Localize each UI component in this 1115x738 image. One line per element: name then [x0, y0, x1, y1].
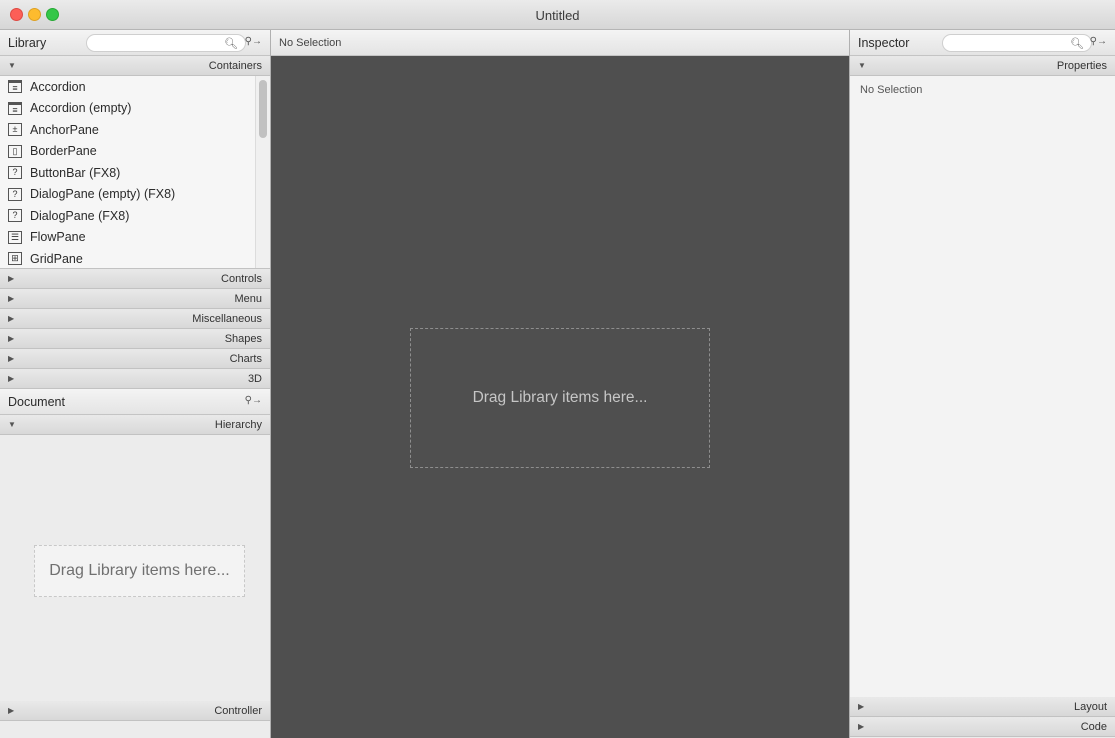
library-item-buttonbar[interactable]: ? ButtonBar (FX8) [0, 162, 270, 184]
section-charts[interactable]: ▶ Charts [0, 349, 270, 369]
design-canvas[interactable]: Drag Library items here... [271, 56, 849, 738]
library-item-label: Accordion [30, 79, 86, 94]
section-shapes[interactable]: ▶ Shapes [0, 329, 270, 349]
section-label: Charts [229, 353, 262, 365]
library-item-borderpane[interactable]: ▯ BorderPane [0, 141, 270, 163]
hierarchy-area[interactable]: Drag Library items here... [0, 435, 270, 701]
section-containers[interactable]: ▼ Containers [0, 56, 270, 76]
disclosure-down-icon: ▼ [8, 61, 16, 70]
hierarchy-drop-zone[interactable]: Drag Library items here... [34, 545, 245, 597]
section-label: 3D [247, 373, 262, 385]
section-properties[interactable]: ▼ Properties [850, 56, 1115, 76]
section-label: Layout [1073, 701, 1107, 713]
section-label: Miscellaneous [192, 313, 262, 325]
library-item-label: ButtonBar (FX8) [30, 165, 121, 180]
inspector-search-input[interactable]: 🔍︎ [942, 34, 1092, 52]
inspector-selection-text: No Selection [860, 84, 923, 96]
unknown-component-icon: ? [8, 209, 22, 223]
section-label: Menu [234, 293, 262, 305]
disclosure-right-icon: ▶ [858, 722, 865, 731]
section-controls[interactable]: ▶ Controls [0, 269, 270, 289]
disclosure-right-icon: ▶ [8, 354, 15, 363]
library-item-gridpane[interactable]: ⊞ GridPane [0, 248, 270, 268]
library-item-label: FlowPane [30, 230, 86, 245]
anchorpane-icon: ± [8, 123, 22, 137]
borderpane-icon: ▯ [8, 144, 22, 158]
disclosure-right-icon: ▶ [8, 334, 15, 343]
section-label: Hierarchy [214, 419, 262, 431]
section-3d[interactable]: ▶ 3D [0, 369, 270, 389]
accordion-icon: ≡ [8, 101, 22, 115]
disclosure-down-icon: ▼ [858, 61, 866, 70]
right-panel: Inspector 🔍︎ ⚲→ ▼ Properties No Selectio… [849, 30, 1115, 738]
library-item-label: DialogPane (FX8) [30, 208, 130, 223]
section-hierarchy[interactable]: ▼ Hierarchy [0, 415, 270, 435]
disclosure-right-icon: ▶ [8, 374, 15, 383]
document-title: Document [8, 394, 65, 409]
inspector-body: No Selection [850, 76, 1115, 697]
disclosure-down-icon: ▼ [8, 420, 16, 429]
library-header: Library 🔍︎ ⚲→ [0, 30, 270, 56]
section-miscellaneous[interactable]: ▶ Miscellaneous [0, 309, 270, 329]
library-scrollbar[interactable] [255, 76, 270, 268]
section-controller[interactable]: ▶ Controller [0, 701, 270, 721]
library-item-flowpane[interactable]: ☰ FlowPane [0, 227, 270, 249]
search-icon: 🔍︎ [224, 38, 238, 50]
search-icon: 🔍︎ [1070, 38, 1084, 50]
library-item-label: DialogPane (empty) (FX8) [30, 187, 176, 202]
disclosure-right-icon: ▶ [8, 294, 15, 303]
library-items-list: ≡ Accordion ≡ Accordion (empty) ± Anchor… [0, 76, 270, 269]
library-options-icon[interactable]: ⚲→ [245, 36, 262, 47]
accordion-icon: ≡ [8, 80, 22, 94]
unknown-component-icon: ? [8, 166, 22, 180]
content-panel: No Selection Drag Library items here... [271, 30, 849, 738]
disclosure-right-icon: ▶ [8, 706, 15, 715]
library-item-label: Accordion (empty) [30, 101, 132, 116]
section-code[interactable]: ▶ Code [850, 717, 1115, 737]
inspector-options-icon[interactable]: ⚲→ [1090, 36, 1107, 47]
section-label: Code [1080, 721, 1107, 733]
window-title: Untitled [535, 8, 580, 23]
library-search-input[interactable]: 🔍︎ [86, 34, 246, 52]
document-header: Document ⚲→ [0, 389, 270, 415]
selection-bar: No Selection [271, 30, 849, 56]
library-item-dialogpane-empty[interactable]: ? DialogPane (empty) (FX8) [0, 184, 270, 206]
section-label: Shapes [224, 333, 262, 345]
section-label: Properties [1056, 60, 1107, 72]
library-item-label: BorderPane [30, 144, 97, 159]
section-label: Controller [214, 705, 262, 717]
flowpane-icon: ☰ [8, 230, 22, 244]
disclosure-right-icon: ▶ [8, 274, 15, 283]
left-panel: Library 🔍︎ ⚲→ ▼ Containers ≡ Accordion ≡… [0, 30, 271, 738]
library-item-label: GridPane [30, 251, 83, 266]
inspector-title: Inspector [858, 35, 910, 50]
scrollbar-thumb[interactable] [259, 80, 267, 138]
inspector-header: Inspector 🔍︎ ⚲→ [850, 30, 1115, 56]
library-item-accordion-empty[interactable]: ≡ Accordion (empty) [0, 98, 270, 120]
section-label: Containers [208, 60, 262, 72]
library-item-accordion[interactable]: ≡ Accordion [0, 76, 270, 98]
section-menu[interactable]: ▶ Menu [0, 289, 270, 309]
canvas-drop-zone[interactable]: Drag Library items here... [410, 328, 710, 468]
unknown-component-icon: ? [8, 187, 22, 201]
library-item-label: AnchorPane [30, 122, 99, 137]
gridpane-icon: ⊞ [8, 252, 22, 266]
library-title: Library [8, 35, 47, 50]
library-item-anchorpane[interactable]: ± AnchorPane [0, 119, 270, 141]
disclosure-right-icon: ▶ [8, 314, 15, 323]
title-bar: Untitled [0, 0, 1115, 30]
library-item-dialogpane[interactable]: ? DialogPane (FX8) [0, 205, 270, 227]
disclosure-right-icon: ▶ [858, 702, 865, 711]
document-options-icon[interactable]: ⚲→ [245, 395, 262, 406]
section-layout[interactable]: ▶ Layout [850, 697, 1115, 717]
section-label: Controls [221, 273, 262, 285]
